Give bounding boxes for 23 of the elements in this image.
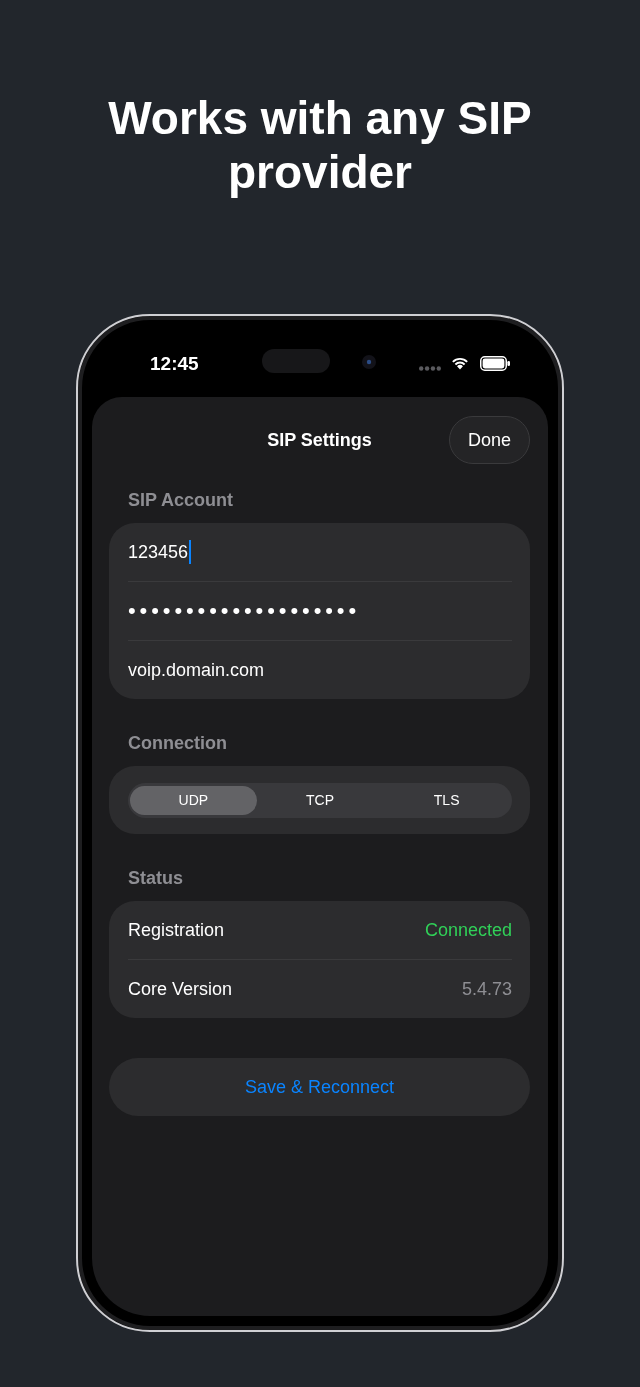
row-value: Connected	[424, 919, 512, 941]
section-header: Connection	[128, 732, 227, 754]
camera-lens-icon	[361, 354, 376, 369]
row-label: Registration	[128, 919, 225, 941]
status-time: 12:45	[150, 352, 199, 375]
row-label: Core Version	[128, 978, 233, 1000]
signal-icon	[418, 366, 441, 371]
text-field[interactable]: 123456	[109, 523, 530, 581]
section-header: SIP Account	[128, 489, 234, 511]
segment-option[interactable]: UDP	[130, 786, 257, 815]
wifi-icon	[450, 357, 469, 370]
sheet-title: SIP Settings	[267, 429, 372, 451]
segment-option[interactable]: TLS	[383, 786, 510, 815]
dynamic-island	[261, 348, 330, 373]
save-reconnect-button[interactable]: Save & Reconnect	[109, 1058, 530, 1116]
section-header: Status	[128, 867, 183, 889]
battery-icon	[479, 356, 510, 371]
headline: Works with any SIP provider	[107, 91, 533, 199]
done-button[interactable]: Done	[448, 416, 530, 464]
segment-option[interactable]: TCP	[256, 786, 384, 815]
text-field[interactable]: voip.domain.com	[109, 641, 530, 699]
password-field[interactable]: ••••••••••••••••••••	[109, 582, 530, 640]
row-value: 5.4.73	[461, 978, 512, 1000]
